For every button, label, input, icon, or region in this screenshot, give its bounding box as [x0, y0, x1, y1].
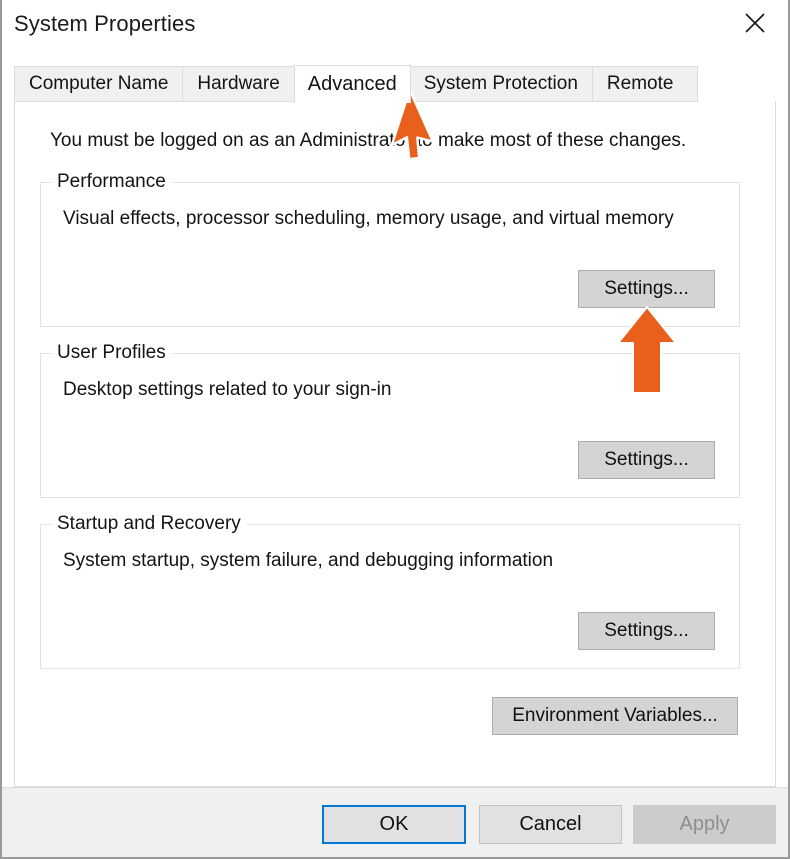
window-frame	[0, 0, 790, 859]
system-properties-window: PC risk.com System Properties Computer N…	[0, 0, 790, 859]
tab-advanced[interactable]: Advanced	[293, 65, 411, 103]
